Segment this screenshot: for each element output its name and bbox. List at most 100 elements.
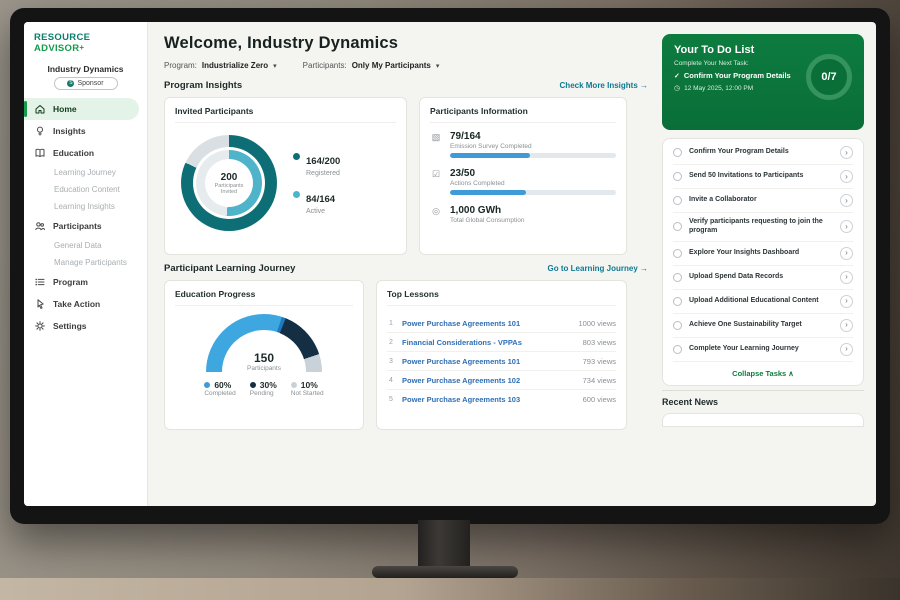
lesson-row[interactable]: 5 Power Purchase Agreements 103 600 view… [387,390,616,408]
stat-value: 79/164 [450,131,616,142]
org-name: Industry Dynamics [24,60,147,77]
sidebar-item-settings[interactable]: Settings [24,315,147,337]
legend-label: Active [306,208,335,215]
lesson-title-link[interactable]: Financial Considerations - VPPAs [402,338,576,347]
lesson-row[interactable]: 1 Power Purchase Agreements 101 1000 vie… [387,314,616,333]
stat-label: Emission Survey Completed [450,143,616,150]
task-checkbox[interactable] [673,321,682,330]
todo-panel: Your To Do List Complete Your Next Task:… [662,22,876,506]
todo-progress-ring: 0/7 [806,54,852,100]
task-row-upload-educational-content[interactable]: Upload Additional Educational Content › [673,290,853,314]
chevron-right-icon[interactable]: › [840,146,853,159]
program-filter-select[interactable]: Industrialize Zero [202,61,268,70]
legend-value: 60% [214,380,231,390]
task-checkbox[interactable] [673,222,682,231]
donut-center-label: Participants Invited [207,183,251,195]
sidebar-item-home[interactable]: Home [24,98,139,120]
chevron-right-icon[interactable]: › [840,247,853,260]
task-checkbox[interactable] [673,273,682,282]
task-checkbox[interactable] [673,172,682,181]
sidebar-item-learning-insights[interactable]: Learning Insights [24,198,147,215]
participants-filter-select[interactable]: Only My Participants [352,61,431,70]
task-checkbox[interactable] [673,249,682,258]
task-label: Invite a Collaborator [689,196,833,205]
check-more-insights-link[interactable]: Check More Insights → [560,81,648,90]
chevron-right-icon[interactable]: › [840,295,853,308]
task-label: Explore Your Insights Dashboard [689,249,833,258]
sidebar-item-label: Take Action [53,299,100,309]
stat-label: Actions Completed [450,180,616,187]
task-row-invite-collaborator[interactable]: Invite a Collaborator › [673,189,853,213]
program-icon [34,276,46,288]
sidebar-item-take-action[interactable]: Take Action [24,293,147,315]
card-title: Top Lessons [387,289,616,306]
participants-icon [34,220,46,232]
program-insights-title: Program Insights [164,80,242,91]
chevron-down-icon[interactable]: ▾ [273,62,277,70]
lesson-title-link[interactable]: Power Purchase Agreements 102 [402,376,576,385]
participants-filter-label: Participants: [303,61,347,70]
chevron-right-icon[interactable]: › [840,343,853,356]
legend-label: Registered [306,170,340,177]
task-check-icon: ✓ [674,72,680,80]
lesson-row[interactable]: 3 Power Purchase Agreements 101 793 view… [387,352,616,371]
sidebar-nav: Home Insights Education Learning Journey… [24,98,147,337]
legend-dot [293,153,300,160]
chevron-right-icon[interactable]: › [840,170,853,183]
sidebar-item-label: Education [53,148,94,158]
task-label: Send 50 Invitations to Participants [689,172,833,181]
sidebar-item-education[interactable]: Education [24,142,147,164]
lesson-title-link[interactable]: Power Purchase Agreements 101 [402,357,576,366]
task-row-verify-participants[interactable]: Verify participants requesting to join t… [673,213,853,242]
chevron-right-icon[interactable]: › [840,319,853,332]
sidebar-item-manage-participants[interactable]: Manage Participants [24,254,147,271]
sponsor-badge[interactable]: S Sponsor [54,77,118,90]
participants-information-card: Participants Information ▧ 79/164 Emissi… [419,97,627,255]
chevron-right-icon[interactable]: › [840,194,853,207]
main-content: Welcome, Industry Dynamics Program: Indu… [148,22,662,506]
task-row-complete-learning-journey[interactable]: Complete Your Learning Journey › [673,338,853,362]
stat-value: 23/50 [450,168,616,179]
lesson-title-link[interactable]: Power Purchase Agreements 101 [402,319,571,328]
sidebar-item-program[interactable]: Program [24,271,147,293]
sidebar-item-education-content[interactable]: Education Content [24,181,147,198]
legend-label: Completed [204,390,235,397]
invited-participants-card: Invited Participants 200 Participants In… [164,97,407,255]
filter-bar: Program: Industrialize Zero ▾ Participan… [164,61,648,70]
sidebar-item-participants[interactable]: Participants [24,215,147,237]
task-checkbox[interactable] [673,345,682,354]
collapse-tasks-link[interactable]: Collapse Tasks ∧ [673,362,853,383]
task-row-achieve-target[interactable]: Achieve One Sustainability Target › [673,314,853,338]
task-row-explore-insights[interactable]: Explore Your Insights Dashboard › [673,242,853,266]
task-checkbox[interactable] [673,148,682,157]
go-to-learning-journey-link[interactable]: Go to Learning Journey → [548,264,648,273]
monitor-stand-base [372,566,518,578]
app-screen: RESOURCE ADVISOR+ Industry Dynamics S Sp… [24,22,876,506]
learning-journey-title: Participant Learning Journey [164,263,295,274]
legend-dot [291,382,297,388]
legend-label: Not Started [291,390,324,397]
task-row-send-invitations[interactable]: Send 50 Invitations to Participants › [673,165,853,189]
task-row-confirm-program[interactable]: Confirm Your Program Details › [673,141,853,165]
chevron-right-icon[interactable]: › [840,220,853,233]
sidebar-item-general-data[interactable]: General Data [24,237,147,254]
gauge-center-label: Participants [206,365,322,372]
gauge-center-value: 150 [206,351,322,365]
sidebar-item-learning-journey[interactable]: Learning Journey [24,164,147,181]
lesson-rank: 2 [387,339,395,346]
lesson-title-link[interactable]: Power Purchase Agreements 103 [402,395,576,404]
stat-label: Total Global Consumption [450,217,616,224]
lesson-rank: 1 [387,320,395,327]
chevron-down-icon[interactable]: ▾ [436,62,440,70]
lesson-row[interactable]: 4 Power Purchase Agreements 102 734 view… [387,371,616,390]
task-label: Upload Spend Data Records [689,273,833,282]
task-checkbox[interactable] [673,297,682,306]
sidebar-item-insights[interactable]: Insights [24,120,147,142]
chevron-right-icon[interactable]: › [840,271,853,284]
task-label: Achieve One Sustainability Target [689,321,833,330]
task-row-upload-spend-data[interactable]: Upload Spend Data Records › [673,266,853,290]
monitor-bezel: RESOURCE ADVISOR+ Industry Dynamics S Sp… [10,8,890,524]
task-checkbox[interactable] [673,196,682,205]
lesson-row[interactable]: 2 Financial Considerations - VPPAs 803 v… [387,333,616,352]
clock-icon: ◷ [674,84,680,92]
